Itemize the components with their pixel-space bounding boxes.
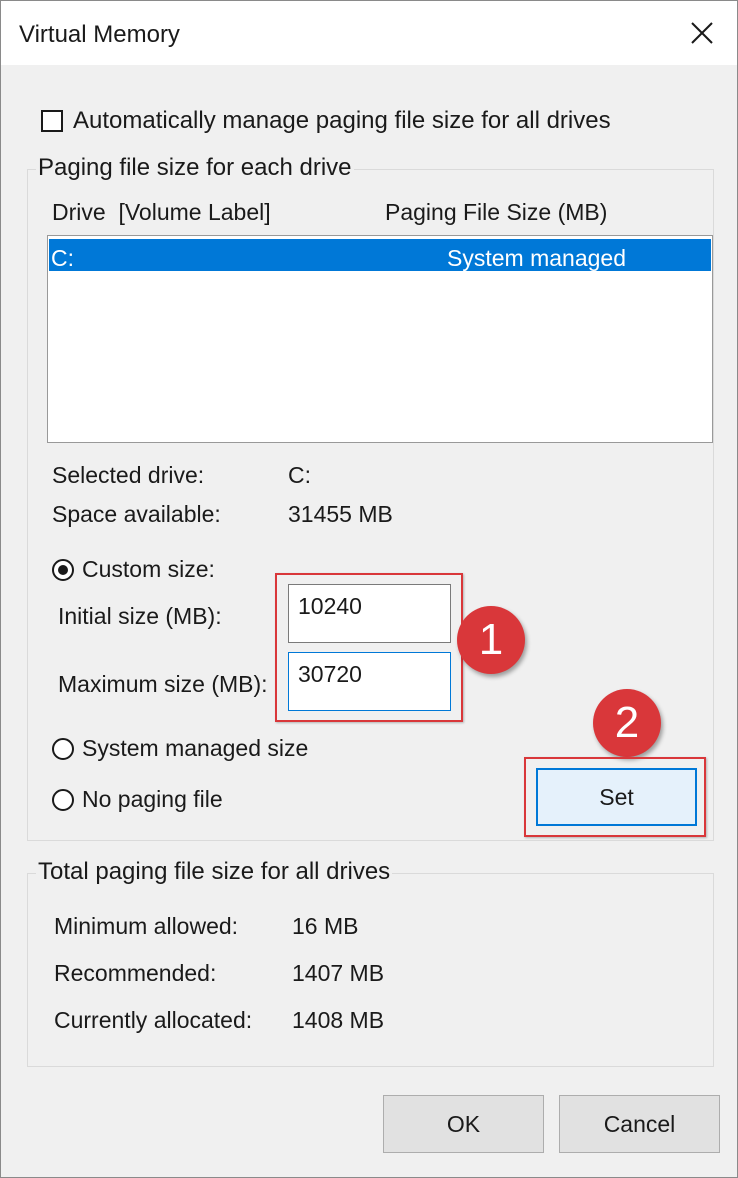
system-managed-option[interactable]: System managed size	[52, 735, 308, 762]
minimum-allowed-label: Minimum allowed:	[54, 913, 239, 939]
system-managed-label: System managed size	[82, 735, 309, 761]
recommended-label: Recommended:	[54, 960, 217, 986]
virtual-memory-dialog: Virtual Memory Automatically manage pagi…	[0, 0, 738, 1178]
recommended-value: 1407 MB	[292, 960, 385, 986]
annotation-badge-2: 2	[593, 689, 661, 757]
title-bar: Virtual Memory	[1, 1, 737, 65]
space-available-value: 31455 MB	[288, 501, 393, 527]
auto-manage-checkbox[interactable]	[41, 110, 63, 132]
system-managed-radio[interactable]	[52, 737, 74, 760]
window-title: Virtual Memory	[19, 21, 180, 48]
no-paging-label: No paging file	[82, 786, 223, 812]
total-paging-group-legend: Total paging file size for all drives	[36, 858, 393, 886]
drive-letter: C:	[51, 245, 74, 271]
selected-drive-value: C:	[288, 462, 311, 488]
currently-allocated-value: 1408 MB	[292, 1007, 385, 1033]
minimum-allowed-value: 16 MB	[292, 913, 359, 939]
annotation-highlight-size-fields	[275, 573, 463, 722]
ok-button[interactable]: OK	[383, 1095, 544, 1153]
maximum-size-label: Maximum size (MB):	[58, 671, 268, 697]
drive-paging-size: System managed	[447, 245, 626, 271]
no-paging-option[interactable]: No paging file	[52, 786, 223, 813]
auto-manage-row[interactable]: Automatically manage paging file size fo…	[41, 107, 611, 135]
custom-size-option[interactable]: Custom size:	[52, 556, 215, 583]
custom-size-radio[interactable]	[52, 558, 74, 581]
column-header-drive: Drive [Volume Label]	[52, 199, 271, 225]
no-paging-radio[interactable]	[52, 788, 74, 811]
selected-drive-label: Selected drive:	[52, 462, 205, 488]
close-button[interactable]	[667, 1, 737, 65]
drive-row-c[interactable]: C: System managed	[49, 239, 711, 271]
set-button[interactable]: Set	[536, 768, 697, 826]
annotation-badge-1: 1	[457, 606, 525, 674]
cancel-button[interactable]: Cancel	[559, 1095, 720, 1153]
custom-size-label: Custom size:	[82, 556, 215, 582]
column-header-paging-size: Paging File Size (MB)	[385, 199, 608, 225]
space-available-label: Space available:	[52, 501, 221, 527]
paging-file-group-legend: Paging file size for each drive	[36, 154, 354, 182]
initial-size-label: Initial size (MB):	[58, 603, 222, 629]
auto-manage-label: Automatically manage paging file size fo…	[73, 107, 611, 134]
currently-allocated-label: Currently allocated:	[54, 1007, 253, 1033]
drive-list[interactable]: C: System managed	[47, 235, 713, 443]
close-icon	[691, 22, 713, 44]
